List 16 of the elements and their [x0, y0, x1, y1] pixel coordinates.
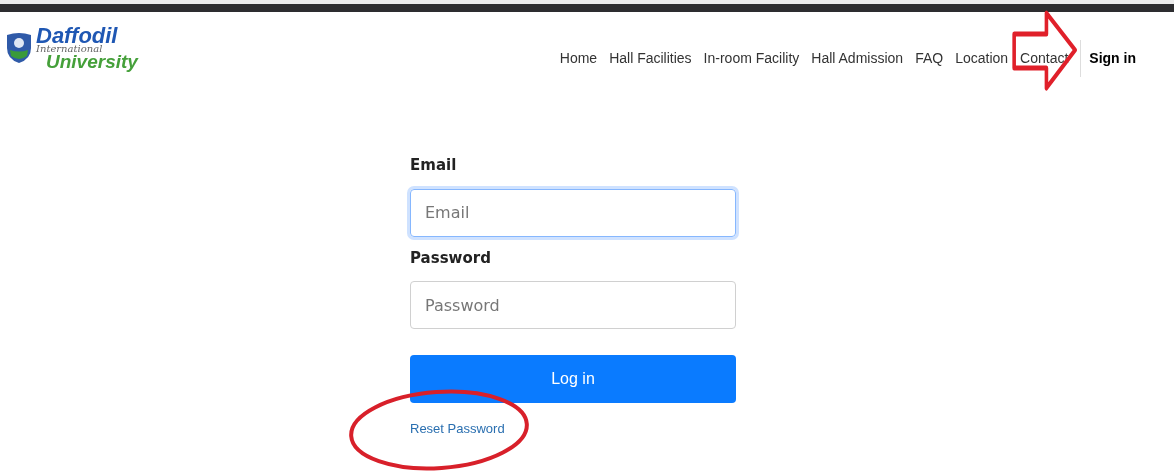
field-label: Email [410, 155, 458, 176]
nav-link[interactable]: Home [559, 40, 598, 77]
nav-link[interactable]: Hall Admission [811, 40, 904, 77]
field-label: Password [410, 247, 492, 269]
nav-link[interactable]: Location [955, 40, 1009, 77]
logo-text: International [36, 44, 104, 53]
nav-link[interactable]: Hall Facilities [609, 40, 692, 77]
nav-link[interactable]: Sign in [1080, 40, 1136, 77]
login-button[interactable]: Log in [410, 355, 736, 403]
input-field[interactable]: Email [410, 188, 736, 237]
nav-link[interactable]: FAQ [915, 40, 944, 77]
input-field[interactable]: Password [410, 281, 736, 329]
nav-link[interactable]: In-room Facility [703, 40, 800, 77]
logo-text: Daffodil [36, 26, 119, 46]
reset-password-link[interactable]: Reset Password [410, 419, 505, 439]
logo-text: University [46, 53, 138, 70]
